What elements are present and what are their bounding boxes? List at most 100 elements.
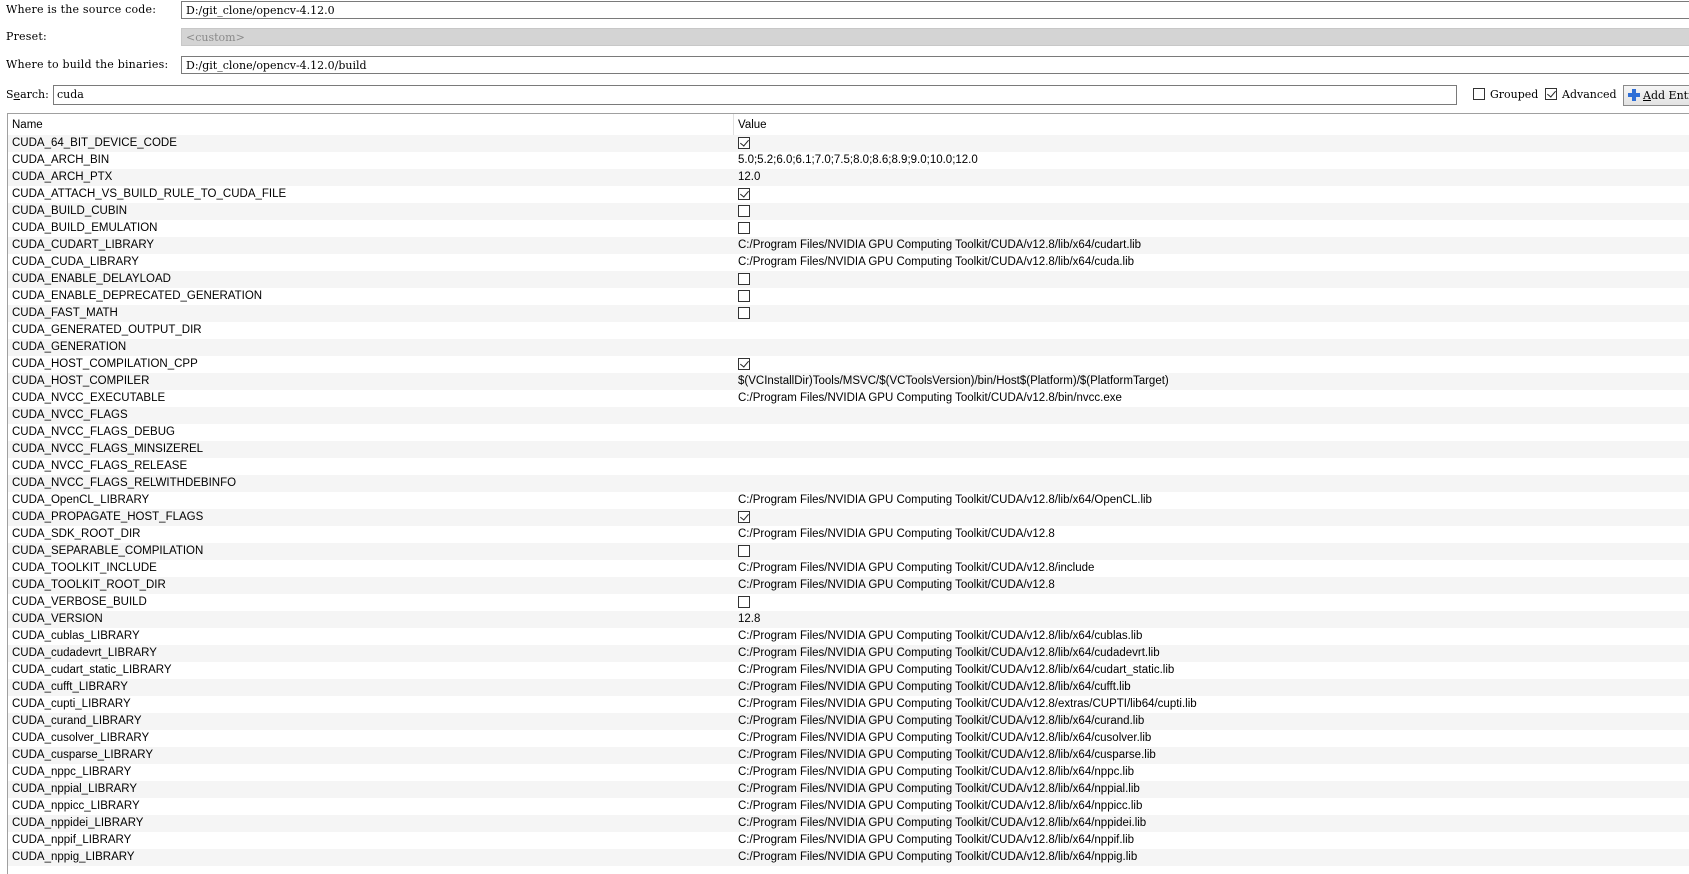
- table-row[interactable]: CUDA_cupti_LIBRARY C:/Program Files/NVIDI…: [8, 696, 1689, 713]
- table-row[interactable]: CUDA_cudadevrt_LIBRARY C:/Program Files/N…: [8, 645, 1689, 662]
- table-row[interactable]: CUDA_nppicc_LIBRARY C:/Program Files/NVID…: [8, 798, 1689, 815]
- table-row[interactable]: CUDA_NVCC_FLAGS_MINSIZEREL: [8, 441, 1689, 458]
- table-row[interactable]: CUDA_cufft_LIBRARY C:/Program Files/NVIDI…: [8, 679, 1689, 696]
- add-entry-button[interactable]: Add Entry: [1623, 85, 1689, 106]
- advanced-checkbox-box[interactable]: [1545, 88, 1557, 100]
- table-row[interactable]: CUDA_nppif_LIBRARY C:/Program Files/NVIDI…: [8, 832, 1689, 849]
- table-row[interactable]: CUDA_BUILD_CUBIN: [8, 203, 1689, 220]
- entry-value[interactable]: $(VCInstallDir)Tools/MSVC/$(VCToolsVersi…: [738, 373, 1169, 390]
- table-row[interactable]: CUDA_BUILD_EMULATION: [8, 220, 1689, 237]
- advanced-checkbox[interactable]: Advanced: [1545, 88, 1617, 101]
- table-row[interactable]: CUDA_cublas_LIBRARY C:/Program Files/NVID…: [8, 628, 1689, 645]
- table-row[interactable]: CUDA_NVCC_FLAGS: [8, 407, 1689, 424]
- table-row[interactable]: CUDA_ARCH_PTX 12.0: [8, 169, 1689, 186]
- search-input[interactable]: cuda: [53, 85, 1457, 105]
- preset-combo[interactable]: <custom>: [181, 28, 1689, 46]
- entry-value[interactable]: C:/Program Files/NVIDIA GPU Computing To…: [738, 781, 1140, 798]
- table-row[interactable]: CUDA_cusparse_LIBRARY C:/Program Files/NV…: [8, 747, 1689, 764]
- table-row[interactable]: CUDA_SEPARABLE_COMPILATION: [8, 543, 1689, 560]
- table-row[interactable]: CUDA_TOOLKIT_INCLUDE C:/Program Files/NVI…: [8, 560, 1689, 577]
- table-row[interactable]: CUDA_HOST_COMPILER $(VCInstallDir)Tools/M…: [8, 373, 1689, 390]
- entry-value[interactable]: C:/Program Files/NVIDIA GPU Computing To…: [738, 679, 1131, 696]
- grouped-checkbox[interactable]: Grouped: [1473, 88, 1538, 101]
- entry-checkbox[interactable]: [738, 545, 750, 557]
- table-row[interactable]: CUDA_curand_LIBRARY C:/Program Files/NVID…: [8, 713, 1689, 730]
- table-row[interactable]: CUDA_SDK_ROOT_DIR C:/Program Files/NVIDIA…: [8, 526, 1689, 543]
- entry-checkbox[interactable]: [738, 188, 750, 200]
- table-row[interactable]: CUDA_64_BIT_DEVICE_CODE: [8, 135, 1689, 152]
- entry-value[interactable]: C:/Program Files/NVIDIA GPU Computing To…: [738, 764, 1134, 781]
- table-row[interactable]: CUDA_FAST_MATH: [8, 305, 1689, 322]
- entry-value[interactable]: C:/Program Files/NVIDIA GPU Computing To…: [738, 254, 1134, 271]
- entry-value[interactable]: C:/Program Files/NVIDIA GPU Computing To…: [738, 390, 1122, 407]
- entry-value[interactable]: C:/Program Files/NVIDIA GPU Computing To…: [738, 713, 1144, 730]
- table-row[interactable]: CUDA_NVCC_FLAGS_DEBUG: [8, 424, 1689, 441]
- entry-checkbox[interactable]: [738, 511, 750, 523]
- table-row[interactable]: CUDA_nppial_LIBRARY C:/Program Files/NVID…: [8, 781, 1689, 798]
- table-row[interactable]: CUDA_ENABLE_DEPRECATED_GENERATION: [8, 288, 1689, 305]
- entry-name: CUDA_NVCC_EXECUTABLE: [12, 392, 166, 404]
- entry-value[interactable]: C:/Program Files/NVIDIA GPU Computing To…: [738, 696, 1197, 713]
- table-row[interactable]: CUDA_NVCC_FLAGS_RELEASE: [8, 458, 1689, 475]
- entry-checkbox[interactable]: [738, 358, 750, 370]
- column-divider[interactable]: [733, 114, 734, 135]
- entry-value[interactable]: 12.0: [738, 169, 760, 186]
- entry-name: CUDA_ENABLE_DELAYLOAD: [12, 273, 171, 285]
- table-row[interactable]: CUDA_CUDA_LIBRARY C:/Program Files/NVIDIA…: [8, 254, 1689, 271]
- grouped-checkbox-box[interactable]: [1473, 88, 1485, 100]
- entry-value[interactable]: C:/Program Files/NVIDIA GPU Computing To…: [738, 730, 1151, 747]
- table-row[interactable]: CUDA_NVCC_FLAGS_RELWITHDEBINFO: [8, 475, 1689, 492]
- entry-checkbox[interactable]: [738, 307, 750, 319]
- table-row[interactable]: CUDA_cusolver_LIBRARY C:/Program Files/NV…: [8, 730, 1689, 747]
- table-row[interactable]: CUDA_ENABLE_DELAYLOAD: [8, 271, 1689, 288]
- table-row[interactable]: CUDA_PROPAGATE_HOST_FLAGS: [8, 509, 1689, 526]
- entry-value[interactable]: 5.0;5.2;6.0;6.1;7.0;7.5;8.0;8.6;8.9;9.0;…: [738, 152, 978, 169]
- entry-name: CUDA_ENABLE_DEPRECATED_GENERATION: [12, 290, 263, 302]
- table-row[interactable]: CUDA_OpenCL_LIBRARY C:/Program Files/NVID…: [8, 492, 1689, 509]
- table-row[interactable]: CUDA_nppidei_LIBRARY C:/Program Files/NVI…: [8, 815, 1689, 832]
- table-row[interactable]: CUDA_NVCC_EXECUTABLE C:/Program Files/NVI…: [8, 390, 1689, 407]
- entry-value[interactable]: C:/Program Files/NVIDIA GPU Computing To…: [738, 645, 1160, 662]
- entry-checkbox[interactable]: [738, 137, 750, 149]
- entry-value[interactable]: C:/Program Files/NVIDIA GPU Computing To…: [738, 747, 1156, 764]
- table-row[interactable]: CUDA_GENERATION: [8, 339, 1689, 356]
- entry-name: CUDA_cusolver_LIBRARY: [12, 732, 150, 744]
- entry-value[interactable]: 12.8: [738, 611, 760, 628]
- table-row[interactable]: CUDA_nppig_LIBRARY C:/Program Files/NVIDI…: [8, 849, 1689, 866]
- entry-value[interactable]: C:/Program Files/NVIDIA GPU Computing To…: [738, 849, 1137, 866]
- entry-checkbox[interactable]: [738, 596, 750, 608]
- table-row[interactable]: CUDA_HOST_COMPILATION_CPP: [8, 356, 1689, 373]
- table-row[interactable]: CUDA_VERSION 12.8: [8, 611, 1689, 628]
- entry-value[interactable]: C:/Program Files/NVIDIA GPU Computing To…: [738, 560, 1094, 577]
- column-header-name[interactable]: Name: [12, 119, 43, 131]
- entry-value[interactable]: C:/Program Files/NVIDIA GPU Computing To…: [738, 628, 1142, 645]
- entry-value[interactable]: C:/Program Files/NVIDIA GPU Computing To…: [738, 577, 1055, 594]
- table-row[interactable]: CUDA_cudart_static_LIBRARY C:/Program Fil…: [8, 662, 1689, 679]
- table-row[interactable]: CUDA_CUDART_LIBRARY C:/Program Files/NVID…: [8, 237, 1689, 254]
- entry-checkbox[interactable]: [738, 205, 750, 217]
- entry-value[interactable]: C:/Program Files/NVIDIA GPU Computing To…: [738, 237, 1141, 254]
- build-binaries-field[interactable]: D:/git_clone/opencv-4.12.0/build: [181, 56, 1689, 74]
- entry-checkbox[interactable]: [738, 290, 750, 302]
- entry-value[interactable]: C:/Program Files/NVIDIA GPU Computing To…: [738, 832, 1134, 849]
- entry-name: CUDA_cudadevrt_LIBRARY: [12, 647, 157, 659]
- entry-name: CUDA_NVCC_FLAGS_RELEASE: [12, 460, 188, 472]
- entry-value[interactable]: C:/Program Files/NVIDIA GPU Computing To…: [738, 662, 1174, 679]
- entry-value[interactable]: C:/Program Files/NVIDIA GPU Computing To…: [738, 492, 1152, 509]
- entry-value[interactable]: C:/Program Files/NVIDIA GPU Computing To…: [738, 798, 1142, 815]
- entry-name: CUDA_NVCC_FLAGS_RELWITHDEBINFO: [12, 477, 237, 489]
- column-header-value[interactable]: Value: [738, 119, 767, 131]
- entry-checkbox[interactable]: [738, 222, 750, 234]
- table-row[interactable]: CUDA_GENERATED_OUTPUT_DIR: [8, 322, 1689, 339]
- table-row[interactable]: CUDA_ARCH_BIN 5.0;5.2;6.0;6.1;7.0;7.5;8.0…: [8, 152, 1689, 169]
- table-row[interactable]: CUDA_nppc_LIBRARY C:/Program Files/NVIDIA…: [8, 764, 1689, 781]
- table-row[interactable]: CUDA_VERBOSE_BUILD: [8, 594, 1689, 611]
- entry-value[interactable]: C:/Program Files/NVIDIA GPU Computing To…: [738, 526, 1055, 543]
- table-row[interactable]: CUDA_ATTACH_VS_BUILD_RULE_TO_CUDA_FILE: [8, 186, 1689, 203]
- entry-value[interactable]: C:/Program Files/NVIDIA GPU Computing To…: [738, 815, 1146, 832]
- search-label: Search:: [6, 88, 49, 101]
- source-code-field[interactable]: D:/git_clone/opencv-4.12.0: [181, 1, 1689, 19]
- entry-checkbox[interactable]: [738, 273, 750, 285]
- table-row[interactable]: CUDA_TOOLKIT_ROOT_DIR C:/Program Files/NV…: [8, 577, 1689, 594]
- entry-name: CUDA_NVCC_FLAGS_MINSIZEREL: [12, 443, 204, 455]
